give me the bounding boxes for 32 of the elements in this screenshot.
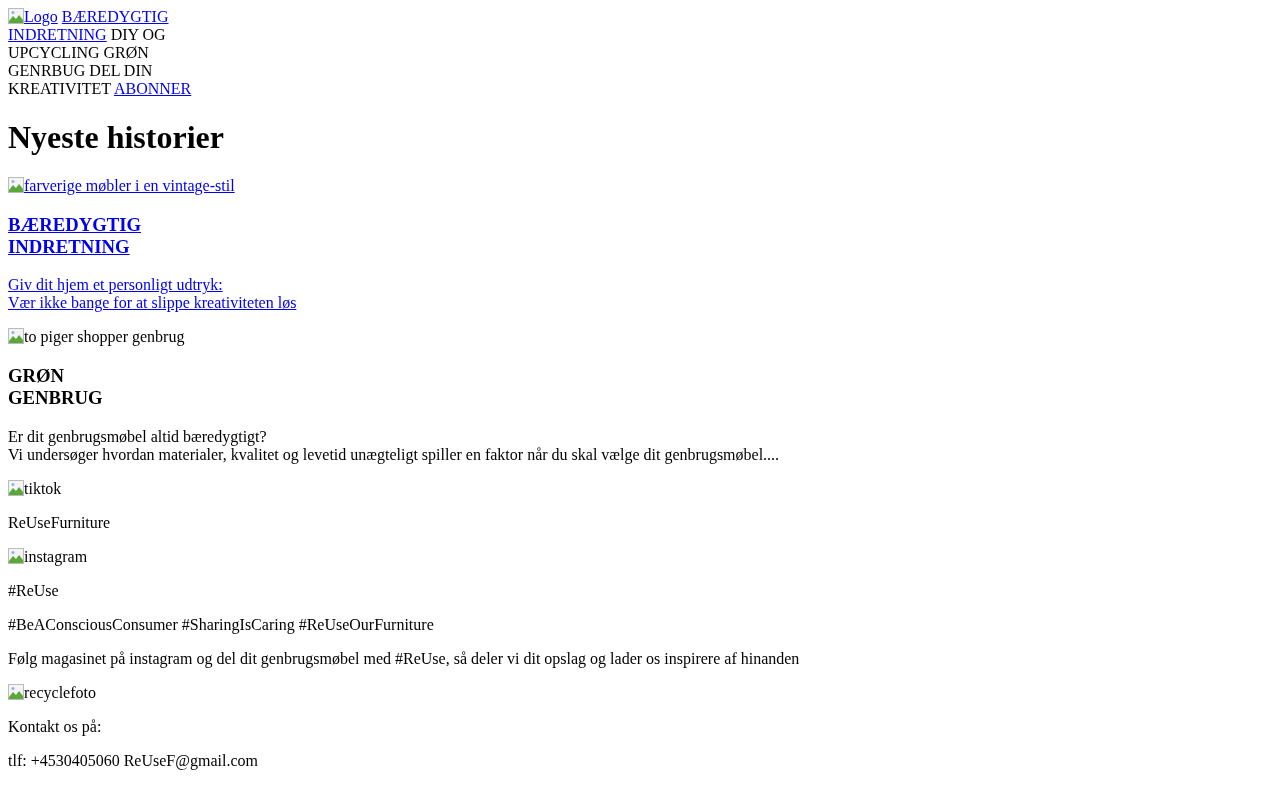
page-heading: Nyeste historier — [8, 119, 225, 156]
broken-image-icon — [8, 328, 24, 345]
footer-text: Kontakt os på: — [8, 717, 102, 735]
nav-text: DIY OG — [110, 26, 166, 43]
article-title: GRØN GENBRUG — [8, 365, 103, 410]
nav-text: GENRBUG — [8, 62, 86, 79]
article-teaser-link[interactable]: Giv dit hjem et personligt udtryk: Vær ikke bange for at slippe kreativiteten løs — [8, 276, 297, 313]
nav-link[interactable]: BÆREDYGTIG — [61, 8, 169, 25]
image-link[interactable]: farverige møbler i en vintage-stil — [8, 177, 235, 194]
image-alt-text: instagram — [24, 547, 88, 565]
article-title-link[interactable]: BÆREDYGTIG INDRETNING — [8, 213, 142, 258]
footer-text: #BeAConsciousConsumer #SharingIsCaring #ReUseOurFurniture — [8, 615, 434, 633]
image-alt-text: recyclefoto — [24, 683, 96, 701]
nav-text: KREATIVITET — [8, 80, 111, 97]
nav-link[interactable]: INDRETNING — [8, 26, 107, 43]
broken-image-icon — [8, 177, 24, 193]
nav-text: DEL DIN — [89, 62, 153, 79]
broken-image-icon — [8, 683, 24, 700]
image-alt-text: to piger shopper genbrug — [24, 328, 185, 346]
footer-text: tlf: +4530405060 ReUseF@gmail.com — [8, 751, 258, 769]
broken-image-icon — [8, 547, 24, 564]
nav-text: UPCYCLING — [8, 44, 100, 61]
image-alt-text: tiktok — [24, 479, 62, 497]
broken-image-icon — [8, 8, 24, 24]
nav-link[interactable]: ABONNER — [113, 80, 192, 97]
broken-image-icon — [8, 479, 24, 496]
image-link[interactable]: Logo — [8, 8, 58, 25]
footer-text: ReUseFurniture — [8, 513, 111, 531]
footer-text: Følg magasinet på instagram og del dit genbrugsmøbel med #ReUse, så deler vi dit opslag og lader os inspirere af hinanden — [8, 649, 800, 667]
footer-text: #ReUse — [8, 581, 59, 599]
nav-text: GRØN — [103, 44, 149, 61]
article-teaser: Er dit genbrugsmøbel altid bæredygtigt? Vi undersøger hvordan materialer, kvalitet og levetid unægteligt spiller en faktor når du skal vælge dit genbrugsmøbel.... — [8, 427, 780, 464]
